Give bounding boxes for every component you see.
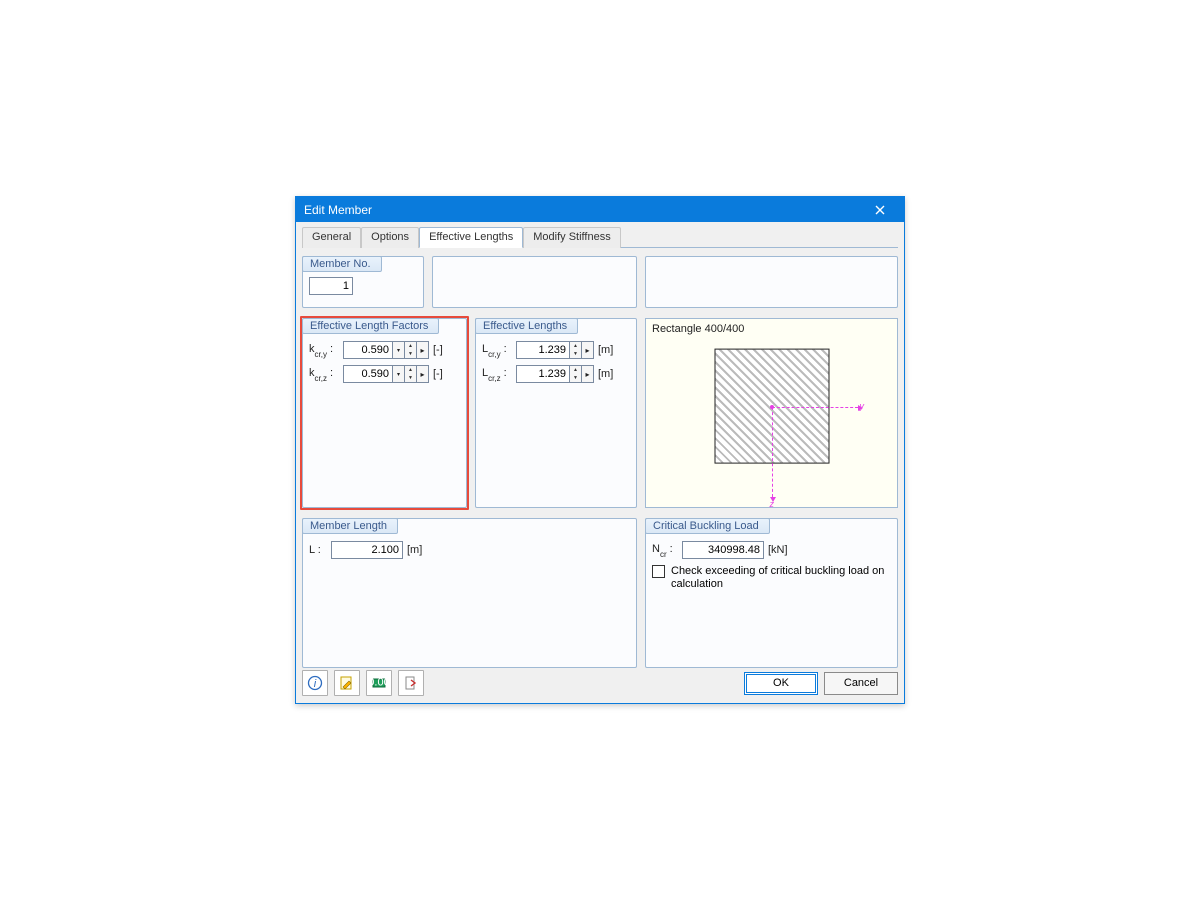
expand-kcry[interactable]: ▸ <box>417 341 429 359</box>
legend-factors: Effective Length Factors <box>302 318 439 334</box>
group-member-no: Member No. <box>302 256 424 308</box>
label-ncr: Ncr : <box>652 543 682 557</box>
legend-member-length: Member Length <box>302 518 398 534</box>
input-ncr[interactable] <box>682 541 764 559</box>
tab-effective-lengths[interactable]: Effective Lengths <box>419 227 523 248</box>
label-member-length: L : <box>309 544 331 556</box>
group-spacer-2 <box>645 256 898 308</box>
group-spacer-1 <box>432 256 637 308</box>
unit-member-length: [m] <box>407 544 422 556</box>
edit-button[interactable] <box>334 670 360 696</box>
input-kcry[interactable] <box>343 341 393 359</box>
pencil-icon <box>339 675 355 691</box>
section-caption: Rectangle 400/400 <box>652 323 744 335</box>
row-lcry: Lcr,y : ▲▼ ▸ [m] <box>482 339 630 361</box>
row-check-buckling: Check exceeding of critical buckling loa… <box>652 565 891 591</box>
close-icon <box>875 205 885 215</box>
input-lcry[interactable] <box>516 341 570 359</box>
cancel-button[interactable]: Cancel <box>824 672 898 695</box>
dialog-title: Edit Member <box>304 203 862 217</box>
spinner-kcry[interactable]: ▲▼ <box>405 341 417 359</box>
spinner-lcry[interactable]: ▲▼ <box>570 341 582 359</box>
unit-lcry: [m] <box>598 344 613 356</box>
row-ncr: Ncr : [kN] <box>652 539 891 561</box>
chevron-up-icon: ▲ <box>405 366 416 374</box>
chevron-up-icon: ▲ <box>570 366 581 374</box>
button-bar: i 0.00 OK Cancel <box>302 669 898 697</box>
unit-kcry: [-] <box>433 344 443 356</box>
legend-member-no: Member No. <box>302 256 382 272</box>
spinner-kcrz[interactable]: ▲▼ <box>405 365 417 383</box>
units-button[interactable]: 0.00 <box>366 670 392 696</box>
expand-lcrz[interactable]: ▸ <box>582 365 594 383</box>
checkbox-check-buckling[interactable] <box>652 565 665 578</box>
tab-general[interactable]: General <box>302 227 361 248</box>
dropdown-kcrz[interactable]: ▾ <box>393 365 405 383</box>
label-lcry: Lcr,y : <box>482 343 516 357</box>
axis-z <box>772 407 773 497</box>
group-critical-buckling: Critical Buckling Load Ncr : [kN] Check … <box>645 518 898 668</box>
dropdown-kcry[interactable]: ▾ <box>393 341 405 359</box>
svg-text:0.00: 0.00 <box>371 677 387 689</box>
unit-kcrz: [-] <box>433 368 443 380</box>
chevron-up-icon: ▲ <box>570 342 581 350</box>
member-no-field[interactable] <box>309 277 353 295</box>
chevron-up-icon: ▲ <box>405 342 416 350</box>
tab-options[interactable]: Options <box>361 227 419 248</box>
spinner-lcrz[interactable]: ▲▼ <box>570 365 582 383</box>
titlebar: Edit Member <box>296 197 904 222</box>
unit-ncr: [kN] <box>768 544 788 556</box>
label-kcry: kcr,y : <box>309 343 343 357</box>
legend-lengths: Effective Lengths <box>475 318 578 334</box>
y-label: y <box>860 401 865 411</box>
z-label: z <box>770 499 775 509</box>
edit-member-dialog: Edit Member General Options Effective Le… <box>295 196 905 704</box>
chevron-down-icon: ▼ <box>570 350 581 358</box>
row-kcry: kcr,y : ▾ ▲▼ ▸ [-] <box>309 339 460 361</box>
expand-lcry[interactable]: ▸ <box>582 341 594 359</box>
chevron-down-icon: ▼ <box>405 374 416 382</box>
row-kcrz: kcr,z : ▾ ▲▼ ▸ [-] <box>309 363 460 385</box>
section-preview: Rectangle 400/400 y z <box>645 318 898 508</box>
tab-modify-stiffness[interactable]: Modify Stiffness <box>523 227 620 248</box>
input-member-length[interactable] <box>331 541 403 559</box>
expand-kcrz[interactable]: ▸ <box>417 365 429 383</box>
svg-text:i: i <box>314 678 317 690</box>
group-member-length: Member Length L : [m] <box>302 518 637 668</box>
group-effective-lengths: Effective Lengths Lcr,y : ▲▼ ▸ [m] Lcr,z… <box>475 318 637 508</box>
units-icon: 0.00 <box>371 675 387 691</box>
dialog-client: General Options Effective Lengths Modify… <box>302 226 898 697</box>
input-kcrz[interactable] <box>343 365 393 383</box>
chevron-down-icon: ▼ <box>570 374 581 382</box>
export-button[interactable] <box>398 670 424 696</box>
group-effective-length-factors: Effective Length Factors kcr,y : ▾ ▲▼ ▸ … <box>302 318 467 508</box>
chevron-down-icon: ▼ <box>405 350 416 358</box>
ok-button[interactable]: OK <box>744 672 818 695</box>
export-icon <box>403 675 419 691</box>
label-lcrz: Lcr,z : <box>482 367 516 381</box>
label-check-buckling: Check exceeding of critical buckling loa… <box>671 565 891 591</box>
legend-buckling: Critical Buckling Load <box>645 518 770 534</box>
tab-strip: General Options Effective Lengths Modify… <box>302 226 898 248</box>
help-button[interactable]: i <box>302 670 328 696</box>
unit-lcrz: [m] <box>598 368 613 380</box>
label-kcrz: kcr,z : <box>309 367 343 381</box>
help-icon: i <box>307 675 323 691</box>
axis-y <box>772 407 858 408</box>
close-button[interactable] <box>862 199 898 220</box>
input-lcrz[interactable] <box>516 365 570 383</box>
row-lcrz: Lcr,z : ▲▼ ▸ [m] <box>482 363 630 385</box>
row-member-length: L : [m] <box>309 539 630 561</box>
